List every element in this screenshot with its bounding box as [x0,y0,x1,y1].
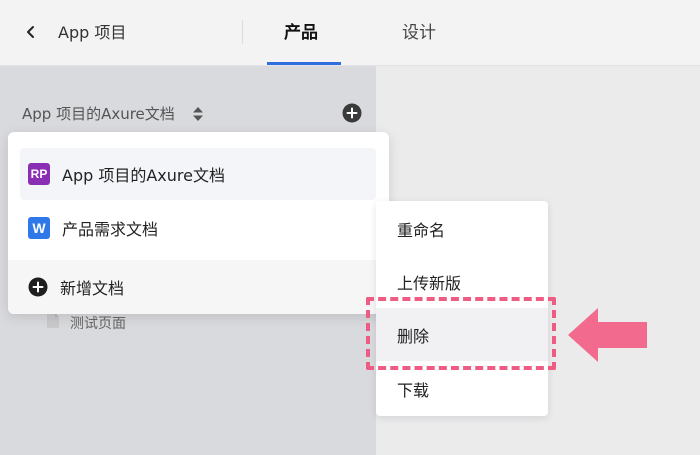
doc-item-label: App 项目的Axure文档 [62,166,225,185]
tab-design[interactable]: 设计 [402,22,436,44]
active-tab-indicator [267,62,341,65]
menu-item-rename[interactable]: 重命名 [376,202,548,255]
project-selector[interactable]: App 项目的Axure文档 [22,103,204,125]
back-button[interactable] [18,20,44,46]
project-selector-label: App 项目的Axure文档 [22,105,175,123]
doc-item-axure[interactable]: RP App 项目的Axure文档 [20,148,376,200]
page-item[interactable]: 测试页面 [46,312,126,333]
top-bar: App 项目 产品 设计 [0,0,700,66]
page-item-label: 测试页面 [70,315,126,332]
context-menu: 重命名 上传新版 删除 下载 [376,201,548,416]
add-document-button[interactable] [342,103,362,123]
new-document-label: 新增文档 [60,279,125,298]
page-icon [46,312,60,333]
divider [242,20,243,44]
menu-item-upload-new-version[interactable]: 上传新版 [376,255,548,308]
new-document-button[interactable]: 新增文档 [8,260,389,314]
sort-updown-icon [192,106,204,122]
left-arrow-icon [568,308,648,362]
chevron-left-icon [24,24,38,43]
menu-item-delete[interactable]: 删除 [376,308,548,361]
menu-item-download[interactable]: 下载 [376,362,548,415]
doc-item-label: 产品需求文档 [62,220,159,239]
doc-item-word[interactable]: W 产品需求文档 [20,202,376,254]
app-title: App 项目 [58,23,127,42]
rp-badge-icon: RP [28,163,50,185]
tab-product[interactable]: 产品 [284,22,318,44]
add-circle-icon [342,103,362,127]
document-dropdown: RP App 项目的Axure文档 W 产品需求文档 新增文档 [8,132,389,314]
word-badge-icon: W [28,217,50,239]
add-circle-icon [28,277,48,297]
